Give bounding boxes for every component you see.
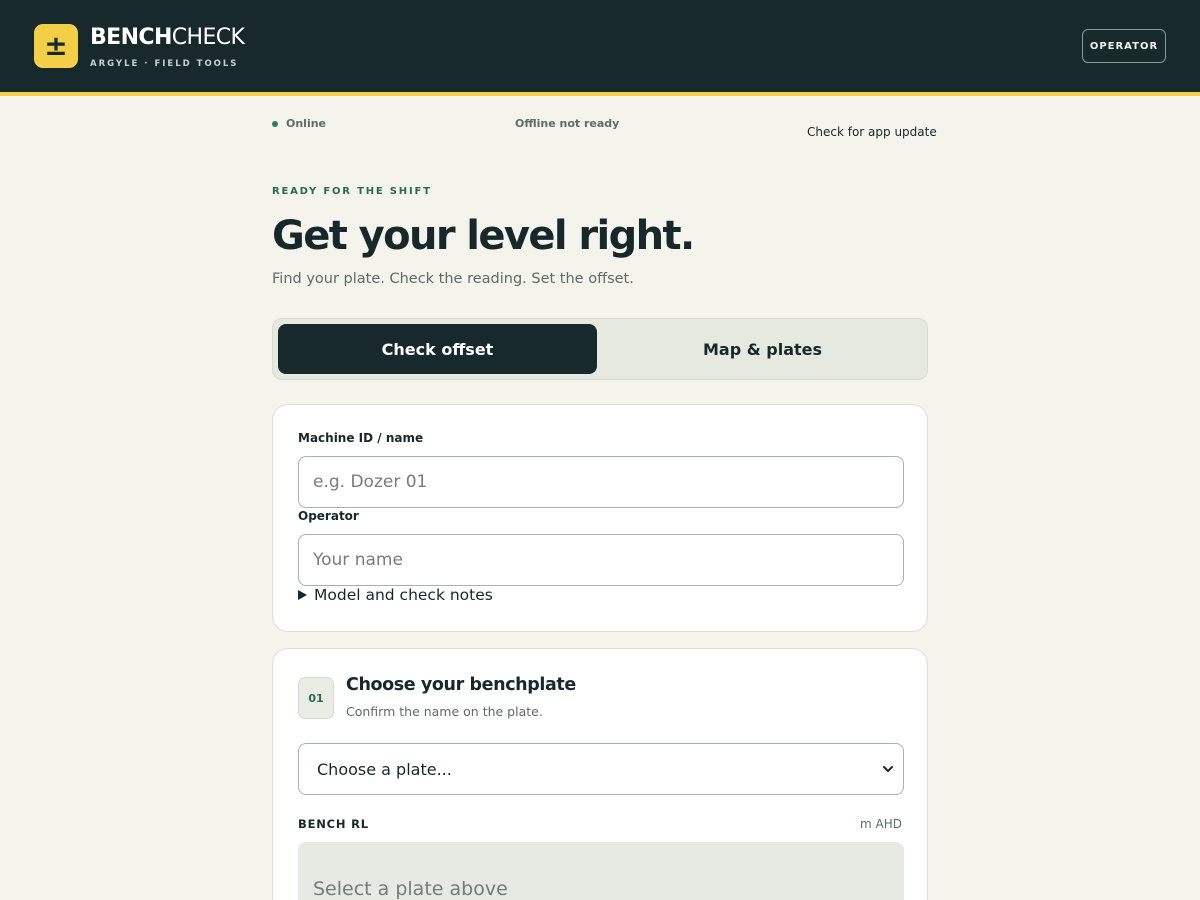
chevron-down-icon [883,766,893,772]
bench-rl-value: Select a plate above [298,842,904,900]
brand-subtitle: ARGYLE · FIELD TOOLS [90,59,239,69]
benchplate-select-value: Choose a plate... [317,759,452,779]
online-dot-icon [272,120,278,127]
bench-rl-unit: m AHD [860,817,902,831]
hero-eyebrow: READY FOR THE SHIFT [272,186,432,197]
logo-icon: ± [34,24,78,68]
header-accent-stripe [0,92,1200,96]
model-notes-toggle[interactable]: Model and check notes [298,586,493,604]
step-title: Choose your benchplate [346,675,576,695]
bench-rl-label: BENCH RL [298,817,369,831]
tab-map-plates[interactable]: Map & plates [603,324,922,374]
benchplate-card: 01 Choose your benchplate Confirm the na… [272,648,928,900]
page-subtitle: Find your plate. Check the reading. Set … [272,271,634,287]
online-status-label: Online [286,117,327,130]
step-subtitle: Confirm the name on the plate. [346,704,543,719]
machine-card: Machine ID / name Operator Model and che… [272,404,928,632]
benchplate-select[interactable]: Choose a plate... [298,743,904,795]
page-title: Get your level right. [272,213,695,259]
mode-tabs: Check offset Map & plates [272,318,928,380]
check-update-link[interactable]: Check for app update [807,125,937,139]
disclosure-triangle-icon [298,590,307,600]
app-header: ± BENCHCHECK ARGYLE · FIELD TOOLS OPERAT… [0,0,1200,92]
machine-id-input[interactable] [298,456,904,508]
online-status: Online [272,117,326,130]
machine-id-label: Machine ID / name [298,431,424,445]
brand-name-bold: BENCH [90,25,172,50]
operator-name-input[interactable] [298,534,904,586]
step-number-badge: 01 [298,677,334,719]
brand-name: BENCHCHECK [90,24,245,52]
offline-status: Offline not ready [515,117,620,130]
model-notes-label: Model and check notes [314,586,493,604]
operator-label: Operator [298,509,359,523]
brand-name-light: CHECK [171,25,245,50]
tab-check-offset[interactable]: Check offset [278,324,597,374]
operator-button[interactable]: OPERATOR [1082,29,1166,63]
